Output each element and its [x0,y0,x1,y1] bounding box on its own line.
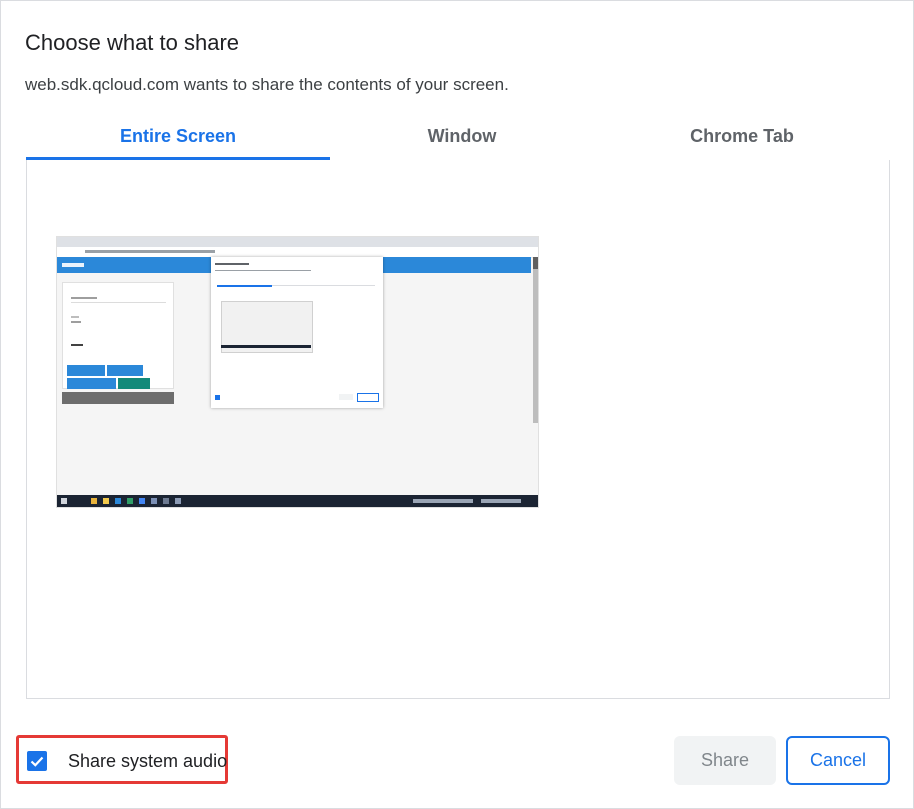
tab-chrome-tab[interactable]: Chrome Tab [594,117,890,158]
thumb-system-tray [481,499,521,503]
source-list-panel [26,160,890,699]
thumb-app-icon [175,498,181,504]
thumb-app-icon [151,498,157,504]
thumb-dialog-cancel [357,393,379,402]
thumb-card-button [107,365,143,376]
share-screen-dialog: Choose what to share web.sdk.qcloud.com … [0,0,914,809]
thumb-app-icon [103,498,109,504]
share-source-tabs: Entire Screen Window Chrome Tab [26,117,890,162]
thumb-card-text [71,344,83,346]
thumb-app-icon [115,498,121,504]
thumb-card-footer [62,392,174,404]
thumb-dialog-subtitle [215,270,311,271]
thumb-card-button [118,378,150,389]
thumb-dialog-taskbar [221,345,311,348]
thumb-dialog-checkbox [215,395,220,400]
share-audio-label[interactable]: Share system audio [68,751,227,772]
dialog-title: Choose what to share [25,30,240,55]
share-button[interactable]: Share [674,736,776,785]
thumb-scrollbar-thumb [533,257,538,269]
thumb-card-text [71,316,79,318]
cancel-button[interactable]: Cancel [786,736,890,785]
tab-entire-screen[interactable]: Entire Screen [26,117,330,160]
thumb-browser-tabbar [57,237,538,247]
thumb-chrome-icon [139,498,145,504]
dialog-subtitle: web.sdk.qcloud.com wants to share the co… [25,75,509,94]
thumb-card-button [67,365,105,376]
thumb-card-text [71,321,81,323]
thumb-address-text [85,250,215,253]
thumb-dialog-title [215,263,249,265]
thumb-dialog-active-tab [217,285,272,287]
thumb-card-button [67,378,116,389]
thumb-app-icon [127,498,133,504]
thumb-taskbar [57,495,538,507]
thumb-app-logo [62,263,84,267]
thumb-dialog-share [339,394,353,400]
share-audio-checkbox[interactable] [27,751,47,771]
thumb-scrollbar [533,257,538,423]
checkmark-icon [30,756,44,767]
thumb-folder-icon [91,498,97,504]
thumb-side-card [62,282,174,389]
thumb-card-text [71,297,97,299]
thumb-card-divider [71,302,166,303]
thumb-start-icon [61,498,67,504]
entire-screen-thumbnail[interactable] [57,237,538,507]
thumb-share-dialog [211,257,383,408]
tab-window[interactable]: Window [330,117,594,158]
thumb-system-tray [413,499,473,503]
thumb-app-icon [163,498,169,504]
